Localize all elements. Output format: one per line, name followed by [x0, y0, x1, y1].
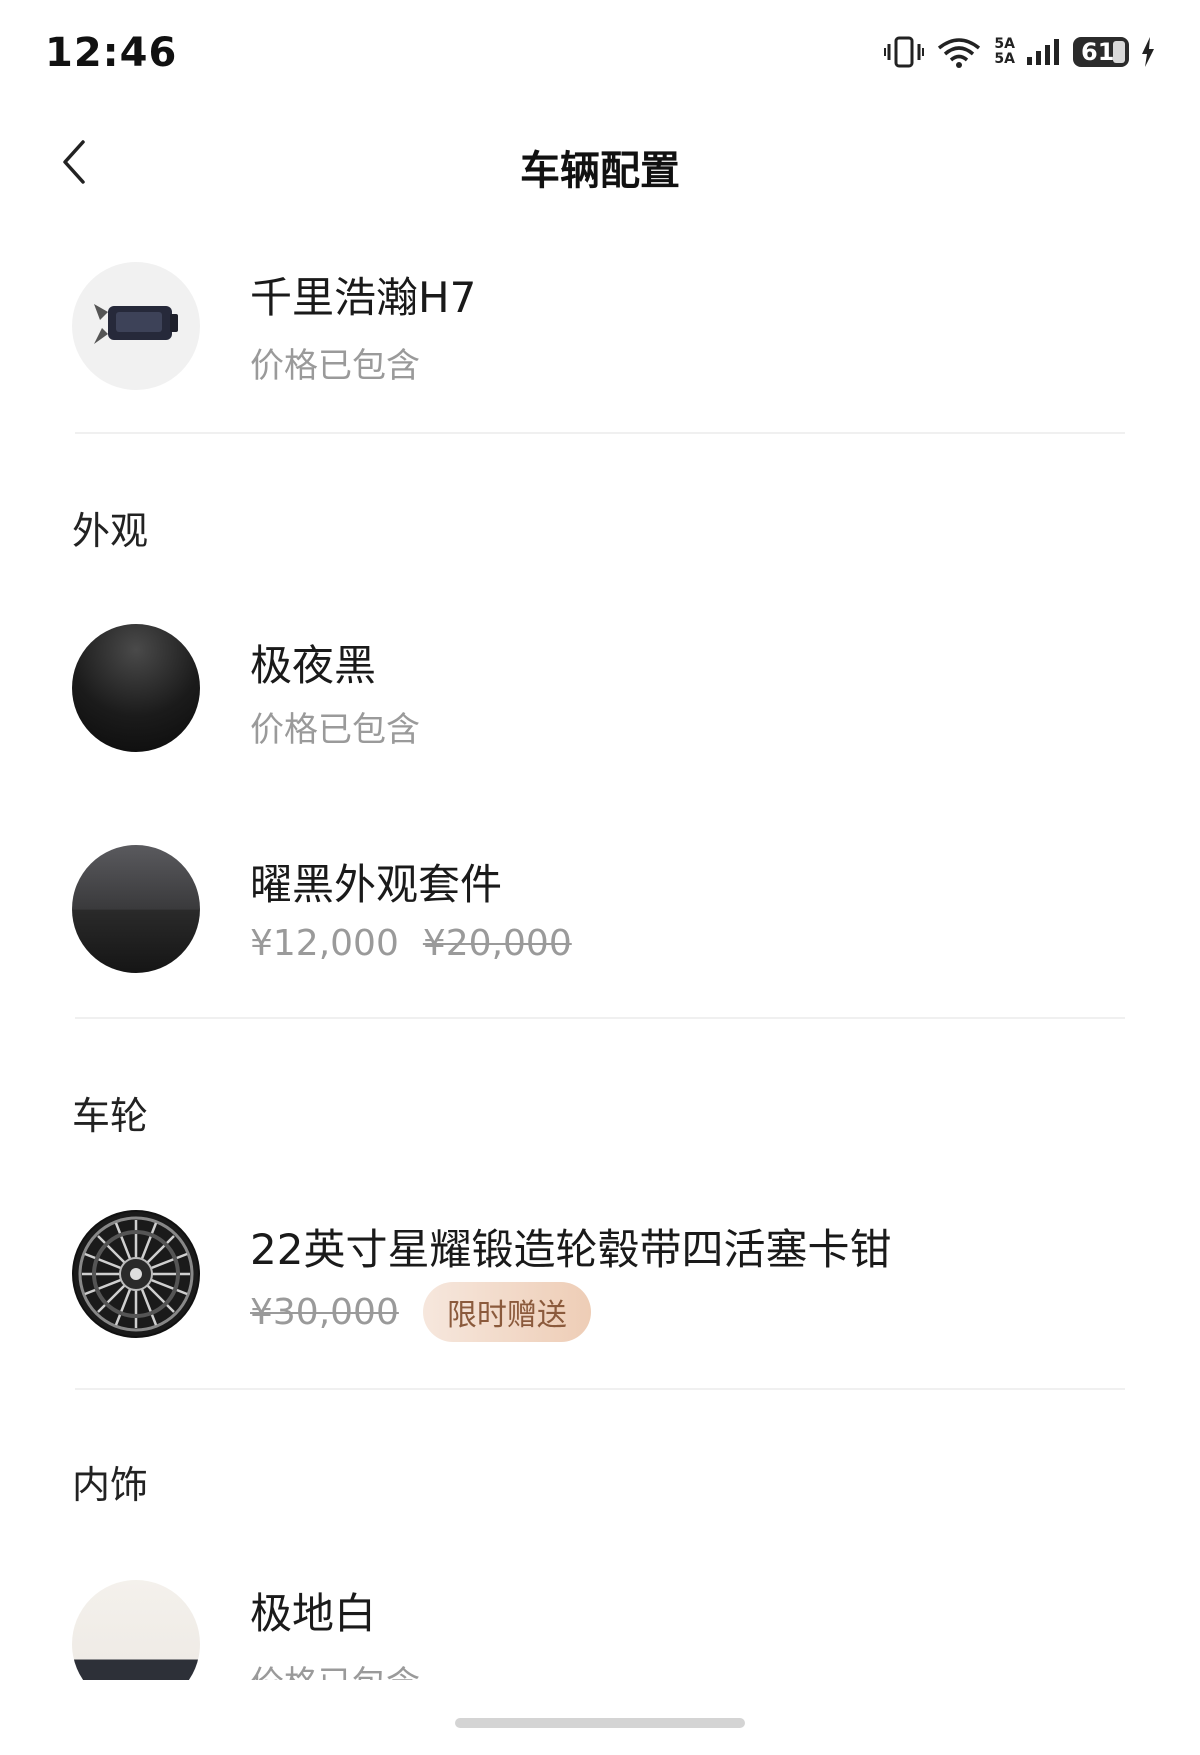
divider	[75, 432, 1125, 434]
home-indicator[interactable]	[455, 1718, 745, 1728]
status-bar: 12:46 5A 5A 61	[0, 0, 1200, 110]
charging-icon	[1142, 37, 1154, 67]
option-original-price: ¥30,000	[250, 1291, 399, 1333]
page-title: 车辆配置	[520, 148, 680, 194]
promo-badge: 限时赠送	[422, 1282, 591, 1342]
network-type: 5A 5A	[994, 36, 1015, 67]
option-price-note: 价格已包含	[250, 710, 420, 750]
color-swatch-obsidian	[72, 845, 200, 973]
option-row-wheels[interactable]: 22英寸星耀锻造轮毂带四活塞卡钳 ¥30,000 限时赠送	[72, 1210, 1132, 1342]
wheel-image	[72, 1210, 200, 1338]
color-swatch-white	[72, 1580, 200, 1680]
option-original-price: ¥20,000	[422, 923, 572, 964]
signal-icon	[1027, 39, 1059, 65]
section-title-wheels: 车轮	[72, 1094, 149, 1138]
section-title-exterior: 外观	[72, 509, 149, 553]
vehicle-name: 千里浩瀚H7	[250, 273, 477, 322]
wifi-icon	[938, 38, 981, 68]
divider	[75, 1017, 1125, 1019]
option-name: 极地白	[250, 1589, 377, 1638]
option-row-polar-white[interactable]: 极地白 价格已包含	[72, 1580, 1132, 1680]
option-row-obsidian-kit[interactable]: 曜黑外观套件 ¥12,000 ¥20,000	[72, 845, 1132, 975]
status-time: 12:46	[45, 30, 178, 76]
option-price-note: 价格已包含	[250, 1656, 420, 1680]
vehicle-image	[72, 262, 200, 390]
vehicle-row[interactable]: 千里浩瀚H7 价格已包含	[72, 262, 1132, 392]
status-icons: 5A 5A 61	[884, 36, 1155, 68]
option-row-night-black[interactable]: 极夜黑 价格已包含	[72, 624, 1132, 754]
option-price-row: ¥30,000 限时赠送	[250, 1282, 591, 1342]
option-name: 曜黑外观套件	[250, 860, 503, 909]
navigation-bar: 车辆配置	[0, 110, 1200, 210]
vibrate-icon	[884, 36, 925, 68]
section-title-interior: 内饰	[72, 1463, 149, 1507]
option-name: 22英寸星耀锻造轮毂带四活塞卡钳	[250, 1225, 892, 1274]
divider	[75, 1388, 1125, 1390]
option-price-row: ¥12,000 ¥20,000	[250, 923, 572, 964]
color-swatch-black	[72, 624, 200, 752]
option-name: 极夜黑	[250, 641, 377, 690]
battery-icon: 61	[1073, 37, 1129, 67]
option-price: ¥12,000	[250, 923, 399, 964]
vehicle-price-note: 价格已包含	[250, 346, 420, 386]
